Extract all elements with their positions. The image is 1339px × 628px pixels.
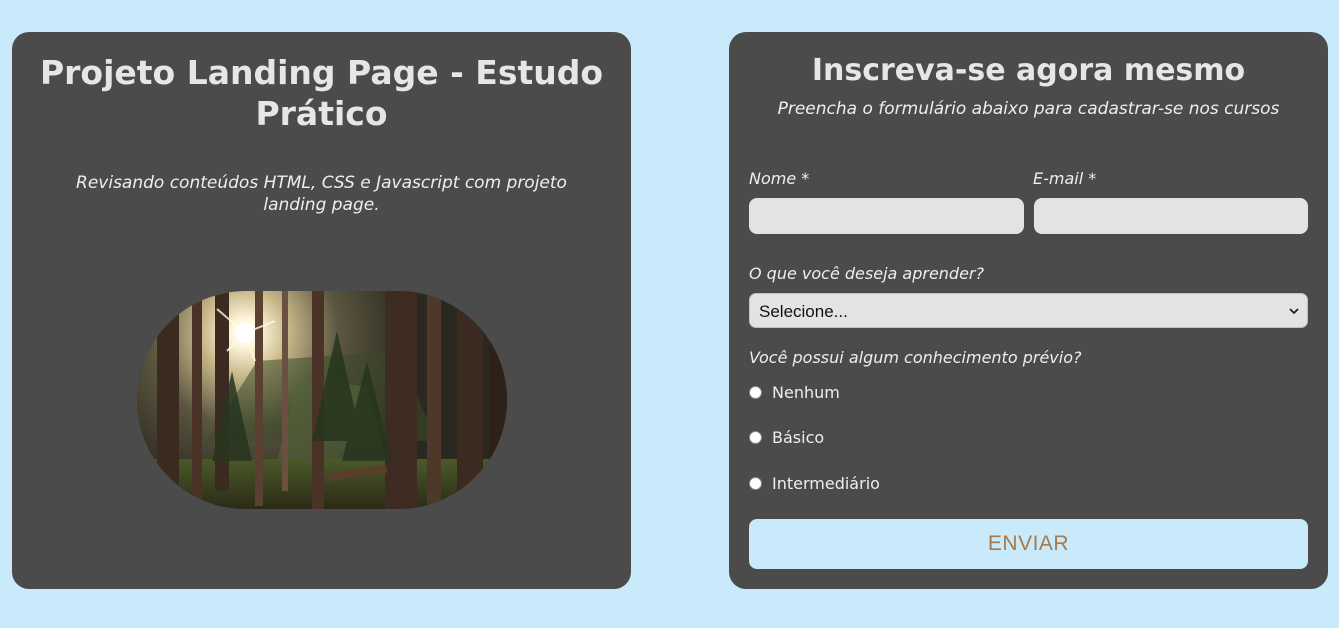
email-label: E-mail * [1033,169,1097,188]
email-input[interactable] [1034,198,1308,234]
course-select-value: Selecione... [759,302,848,321]
course-label: O que você deseja aprender? [749,264,984,283]
knowledge-label: Você possui algum conhecimento prévio? [749,348,1082,367]
name-label: Nome * [749,169,810,188]
forest-illustration [137,291,507,509]
chevron-down-icon [1289,308,1299,315]
radio-label: Nenhum [772,383,840,402]
page-title: Projeto Landing Page - Estudo Prático [39,53,604,133]
form-title: Inscreva-se agora mesmo [811,53,1246,88]
form-subtitle: Preencha o formulário abaixo para cadast… [777,99,1280,119]
radio-label: Intermediário [772,474,880,493]
radio-button[interactable] [749,477,762,490]
name-input[interactable] [749,198,1024,234]
submit-button[interactable]: ENVIAR [749,519,1308,569]
signup-form-panel: Inscreva-se agora mesmo Preencha o formu… [729,32,1328,589]
radio-button[interactable] [749,386,762,399]
intro-panel: Projeto Landing Page - Estudo Prático Re… [12,32,631,589]
page-subtitle: Revisando conteúdos HTML, CSS e Javascri… [76,173,567,215]
radio-label: Básico [772,428,825,447]
course-select[interactable]: Selecione... [749,293,1308,328]
radio-button[interactable] [749,431,762,444]
hero-forest-image [137,291,507,509]
